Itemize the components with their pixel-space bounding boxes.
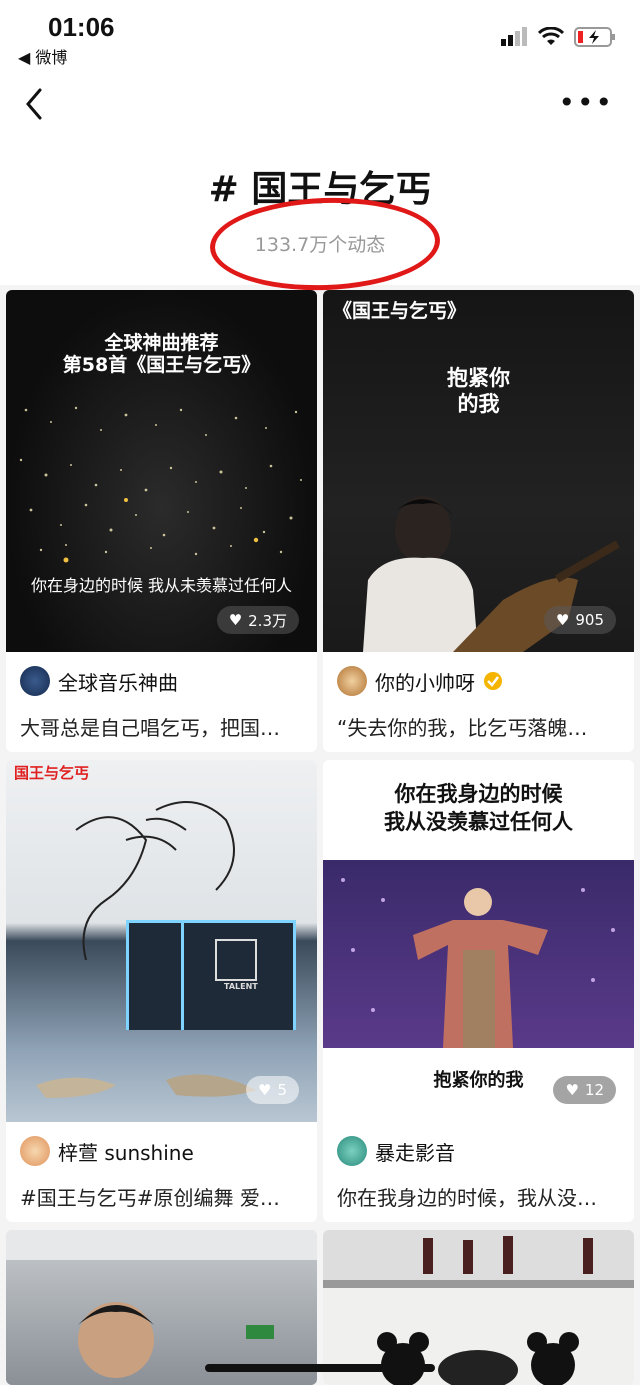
like-count-badge: ♥ 905 (543, 606, 616, 634)
card-author[interactable]: 全球音乐神曲 (20, 664, 303, 698)
card-author[interactable]: 你的小帅呀 (337, 664, 620, 698)
like-count-badge: ♥ 5 (246, 1076, 299, 1104)
video-card[interactable]: 全球神曲推荐 第58首《国王与乞丐》 你在身边的时候 我从未羡慕过任何人 ♥ 2.… (6, 290, 317, 752)
singer-with-guitar-image (363, 496, 620, 652)
avatar (337, 666, 367, 696)
card-description: “失去你的我，比乞丐落魄… (337, 716, 588, 740)
video-thumbnail[interactable]: 国王与乞丐 TALENT ♥ 5 (6, 760, 317, 1122)
video-thumbnail[interactable] (323, 1230, 634, 1385)
card-description: #国王与乞丐#原创编舞 爱… (20, 1186, 280, 1210)
card-author[interactable]: 梓萱 sunshine (20, 1134, 303, 1168)
heart-icon: ♥ (565, 1081, 579, 1099)
video-card[interactable]: 国王与乞丐 TALENT ♥ 5 梓萱 sunshine #国王与乞丐#原创编舞 … (6, 760, 317, 1222)
like-count: 5 (277, 1081, 287, 1099)
heart-icon: ♥ (555, 611, 570, 629)
status-icons (500, 26, 616, 48)
video-overlay-title: 国王与乞丐 (14, 764, 90, 782)
video-thumbnail[interactable]: 《国王与乞丐》 抱紧你 的我 ♥ 905 (323, 290, 634, 652)
topic-header: ••• # 国王与乞丐 133.7万个动态 (0, 70, 640, 294)
person-image (6, 1230, 317, 1378)
card-meta: 梓萱 sunshine #国王与乞丐#原创编舞 爱… (6, 1122, 317, 1222)
video-overlay-title: 《国王与乞丐》 (333, 300, 467, 322)
video-caption: 你在身边的时候 我从未羡慕过任何人 (30, 576, 293, 595)
back-arrow-icon[interactable] (22, 86, 52, 122)
more-options-icon[interactable]: ••• (558, 89, 614, 117)
heart-icon: ♥ (228, 611, 243, 629)
card-description: 你在我身边的时候，我从没… (337, 1186, 597, 1210)
author-name: 梓萱 sunshine (58, 1140, 194, 1165)
back-to-app-link[interactable]: ◀ 微博 (18, 44, 67, 68)
video-overlay-title: 你在我身边的时候 (394, 782, 563, 806)
video-card[interactable]: 《国王与乞丐》 抱紧你 的我 ♥ 905 你的小帅呀 “失去你的我，比乞丐落魄… (323, 290, 634, 752)
author-name: 你的小帅呀 (375, 670, 475, 695)
video-card[interactable]: 你在我身边的时候 我从没羡慕过任何人 抱紧你的我 ♥ 12 暴走影音 你在我身边的… (323, 760, 634, 1222)
like-count: 12 (584, 1081, 604, 1099)
dance-studio-image (36, 801, 296, 1098)
video-overlay-lyric: 的我 (457, 392, 500, 416)
card-meta: 你的小帅呀 “失去你的我，比乞丐落魄… (323, 652, 634, 752)
video-card[interactable] (6, 1230, 317, 1385)
stage-performer-image (323, 860, 634, 1048)
video-thumbnail[interactable]: 全球神曲推荐 第58首《国王与乞丐》 你在身边的时候 我从未羡慕过任何人 ♥ 2.… (6, 290, 317, 652)
battery-low-charging-icon (574, 27, 615, 47)
wifi-icon (538, 27, 564, 45)
like-count-badge: ♥ 2.3万 (216, 606, 299, 634)
studio-sign-text: TALENT (224, 982, 258, 991)
cellular-signal-icon (501, 27, 527, 46)
wine-shelf-image (323, 1230, 634, 1385)
clock: 01:06 (48, 12, 115, 42)
heart-icon: ♥ (258, 1081, 272, 1099)
video-card[interactable] (323, 1230, 634, 1385)
like-count-badge: ♥ 12 (553, 1076, 616, 1104)
card-meta: 全球音乐神曲 大哥总是自己唱乞丐，把国… (6, 652, 317, 752)
card-description: 大哥总是自己唱乞丐，把国… (20, 716, 280, 740)
video-overlay-subtitle: 我从没羡慕过任何人 (384, 810, 573, 834)
video-thumbnail[interactable]: 你在我身边的时候 我从没羡慕过任何人 抱紧你的我 ♥ 12 (323, 760, 634, 1122)
avatar (337, 1136, 367, 1166)
verified-badge-icon (484, 672, 502, 690)
video-thumbnail[interactable] (6, 1230, 317, 1385)
avatar (20, 666, 50, 696)
home-indicator[interactable] (205, 1364, 435, 1372)
video-overlay-subtitle: 第58首《国王与乞丐》 (62, 354, 261, 376)
like-count: 905 (575, 611, 604, 629)
author-name: 暴走影音 (375, 1140, 455, 1165)
card-author[interactable]: 暴走影音 (337, 1134, 620, 1168)
avatar (20, 1136, 50, 1166)
status-bar: 01:06 ◀ 微博 (0, 0, 640, 70)
card-meta: 暴走影音 你在我身边的时候，我从没… (323, 1122, 634, 1222)
like-count: 2.3万 (248, 611, 287, 630)
author-name: 全球音乐神曲 (58, 670, 178, 695)
